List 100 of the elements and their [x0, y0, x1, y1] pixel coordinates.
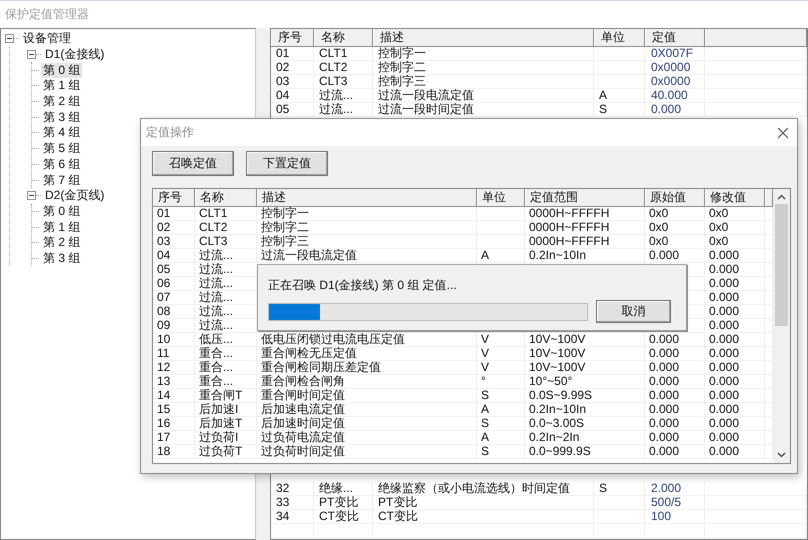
column-header[interactable]: 原始值: [645, 189, 705, 206]
table-cell: 后加速I: [199, 402, 238, 416]
table-cell: 40.000: [651, 88, 688, 102]
table-cell: 0.000: [709, 318, 740, 332]
table-cell: 0.000: [709, 360, 740, 374]
column-header[interactable]: 定值: [645, 29, 705, 46]
tree-item[interactable]: 第 6 组: [41, 156, 82, 172]
table-cell: 0.0~999.9S: [529, 444, 591, 458]
table-cell: 过负荷I: [199, 430, 238, 444]
table-cell: 0.000: [709, 332, 740, 346]
table-cell: 0.000: [709, 430, 740, 444]
column-header[interactable]: 描述: [373, 29, 594, 46]
tree-item[interactable]: 第 4 组: [41, 125, 82, 140]
table-cell: 04: [157, 248, 170, 262]
scrollbar[interactable]: [773, 189, 790, 463]
column-header[interactable]: 修改值: [705, 189, 765, 206]
toolbar-button[interactable]: 召唤定值: [152, 151, 234, 176]
table-cell: S: [481, 444, 490, 458]
tree-item[interactable]: 第 3 组: [41, 250, 82, 266]
chevron-down-icon[interactable]: [777, 452, 786, 458]
table-cell: 0.000: [649, 248, 680, 262]
tree-item[interactable]: 第 3 组: [41, 110, 82, 125]
collapse-icon[interactable]: [27, 191, 36, 200]
table-cell: S: [599, 481, 608, 495]
table-cell: CLT2: [199, 220, 228, 234]
table-cell: 0.000: [709, 374, 740, 388]
table-cell: 过流一段时间定值: [378, 102, 474, 116]
table-cell: 重合闸T: [199, 388, 242, 402]
table-cell: 2.000: [651, 481, 682, 495]
table-cell: 过负荷T: [199, 444, 242, 458]
tree-item[interactable]: D1(金接线): [43, 47, 106, 62]
window-title: 保护定值管理器: [5, 6, 89, 23]
collapse-icon[interactable]: [5, 34, 14, 44]
table-cell: 0x0000: [651, 74, 690, 88]
table-cell: 控制字三: [261, 234, 309, 248]
toolbar-button[interactable]: 下置定值: [246, 151, 328, 176]
close-icon[interactable]: [777, 126, 789, 138]
table-cell: 0x0000: [651, 60, 690, 74]
table-cell: 0000H~FFFFH: [529, 234, 610, 248]
tree-item[interactable]: 第 2 组: [41, 235, 82, 250]
tree-item[interactable]: 第 0 组: [41, 62, 82, 78]
table-cell: 过流...: [199, 318, 234, 332]
tree-item[interactable]: 第 7 组: [41, 172, 82, 188]
column-header[interactable]: 定值范围: [525, 189, 645, 206]
table-cell: CLT3: [199, 234, 228, 248]
table-cell: 10V~100V: [529, 332, 586, 346]
tree-item[interactable]: 第 2 组: [41, 94, 82, 110]
table-cell: 后加速时间定值: [261, 416, 345, 430]
collapse-icon[interactable]: [27, 50, 36, 60]
tree-item[interactable]: 第 1 组: [41, 78, 82, 94]
column-header[interactable]: 描述: [257, 189, 477, 206]
tree-item[interactable]: D2(金页线): [43, 188, 106, 204]
column-header[interactable]: 序号: [271, 29, 314, 46]
table-cell: S: [481, 416, 490, 430]
tree-item[interactable]: 第 1 组: [41, 220, 82, 235]
table-cell: 重合闸检同期压差定值: [261, 360, 381, 374]
table-cell: 0.000: [649, 388, 680, 402]
table-cell: 02: [276, 60, 290, 74]
table-cell: 32: [276, 481, 290, 495]
table-cell: 0.000: [709, 402, 740, 416]
table-cell: 0000H~FFFFH: [529, 220, 610, 234]
table-cell: 绝缘...: [319, 481, 354, 495]
table-cell: 10V~100V: [529, 360, 586, 374]
table-cell: 0.000: [709, 346, 740, 360]
column-header[interactable]: 单位: [477, 189, 525, 206]
scrollbar-thumb[interactable]: [775, 204, 788, 326]
column-header[interactable]: 名称: [314, 29, 373, 46]
table-cell: 10°~50°: [529, 374, 572, 388]
chevron-up-icon[interactable]: [777, 194, 786, 200]
table-cell: 重合闸时间定值: [261, 388, 345, 402]
table-cell: A: [599, 88, 608, 102]
table-cell: 0.000: [649, 332, 680, 346]
column-header[interactable]: 名称: [195, 189, 257, 206]
table-cell: 0.000: [709, 290, 740, 304]
table-cell: 过流...: [199, 290, 234, 304]
table-cell: 控制字二: [261, 220, 309, 234]
table-cell: 0.000: [709, 248, 740, 262]
table-cell: CT变比: [378, 509, 418, 523]
table-cell: 0.0S~9.99S: [529, 388, 592, 402]
table-cell: 05: [157, 262, 170, 276]
tree-item[interactable]: 设备管理: [21, 31, 73, 46]
table-cell: 0.000: [709, 262, 740, 276]
table-cell: 低压...: [199, 332, 234, 346]
table-cell: 过流...: [199, 304, 234, 318]
column-header[interactable]: 序号: [153, 189, 195, 206]
table-cell: 过流...: [199, 276, 234, 290]
table-cell: 过流一段电流定值: [378, 88, 474, 102]
table-cell: 500/5: [651, 495, 682, 509]
table-cell: 0.000: [649, 430, 680, 444]
table-cell: PT变比: [319, 495, 358, 509]
tree-item[interactable]: 第 0 组: [41, 204, 82, 219]
tree-item[interactable]: 第 5 组: [41, 141, 82, 156]
table-cell: 33: [276, 495, 290, 509]
column-header[interactable]: 单位: [594, 29, 645, 46]
table-cell: V: [481, 346, 490, 360]
table-cell: 0x0: [709, 206, 728, 220]
table-cell: 后加速T: [199, 416, 242, 430]
table-cell: 过流...: [199, 248, 234, 262]
table-cell: 后加速电流定值: [261, 402, 345, 416]
cancel-button[interactable]: 取消: [596, 300, 671, 323]
